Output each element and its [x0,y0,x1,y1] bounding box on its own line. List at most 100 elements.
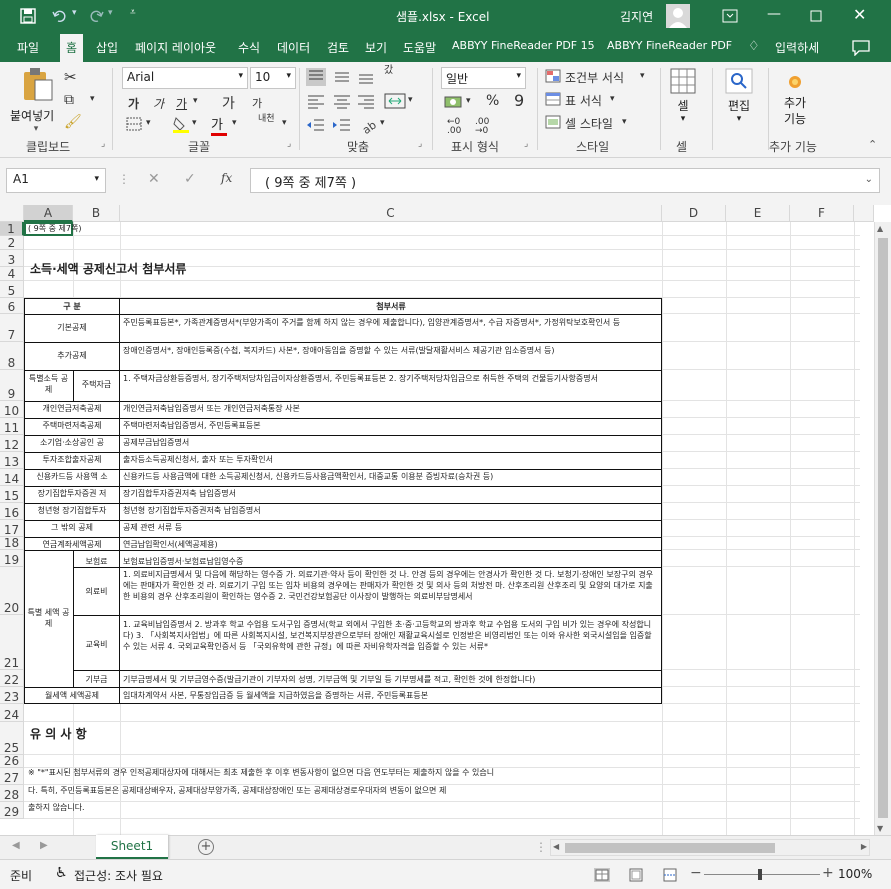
zoom-level[interactable]: 100% [838,867,872,881]
phonetic-button[interactable]: 내천 [258,114,275,124]
copy-icon[interactable]: ⧉ [64,92,74,108]
vertical-scroll-thumb[interactable] [878,238,888,818]
select-all-corner[interactable] [0,205,24,222]
scroll-left-icon[interactable]: ◀ [553,842,559,851]
align-left-icon[interactable] [306,92,326,110]
row-header-3[interactable]: 3 [0,250,24,267]
increase-indent-icon[interactable] [332,117,352,133]
row8-attachments[interactable]: 1. 주택자금상환등증명서, 장기주택저당차입금이자상환증명서, 주민등록표등본… [121,373,661,397]
row-header-4[interactable]: 4 [0,267,24,281]
row16-category[interactable]: 그 밖의 공제 [24,522,120,534]
notice-line-2[interactable]: 다. 특히, 주민등록표등본은 공제대상배우자, 공제대상부양가족, 공제대상장… [26,785,662,797]
row11-attachments[interactable]: 공제부금납입증명서 [121,437,661,449]
row14-category[interactable]: 장기집합투자증권 저 [24,488,120,500]
borders-icon[interactable] [126,117,142,131]
worksheet-grid[interactable]: A B C D E F 1 2 3 4 5 6 7 8 9 10 11 12 13 14 15 16 17 18 1… [0,205,891,835]
row15-attachments[interactable]: 청년형 장기집합투자증권저축 납입증명서 [121,505,661,517]
row-header-7[interactable]: 7 [0,314,24,342]
borders-dropdown-icon[interactable]: ▾ [146,118,151,128]
align-right-icon[interactable] [356,92,376,110]
zoom-out-icon[interactable]: − [690,865,702,881]
scroll-down-icon[interactable]: ▼ [877,824,883,833]
merge-center-icon[interactable] [384,92,406,110]
row10-category[interactable]: 주택마련저축공제 [24,420,120,432]
column-header-g[interactable] [854,205,874,222]
row-header-28[interactable]: 28 [0,785,24,802]
row15-category[interactable]: 청년형 장기집합투자 [24,505,120,517]
format-as-table-icon[interactable] [545,92,561,106]
accounting-dropdown-icon[interactable]: ▾ [466,96,471,106]
column-header-a[interactable]: A [24,205,73,222]
name-box[interactable]: A1 ▾ [6,168,106,193]
maximize-icon[interactable] [810,10,822,22]
format-as-table-button[interactable]: 표 서식 [565,92,602,109]
collapse-ribbon-icon[interactable]: ⌃ [868,138,877,151]
row-header-10[interactable]: 10 [0,401,24,418]
horizontal-scroll-thumb[interactable] [565,843,775,853]
font-launcher-icon[interactable]: ⌟ [287,139,291,149]
cell-styles-icon[interactable] [545,115,561,129]
row6-category[interactable]: 기본공제 [24,322,120,333]
avatar[interactable] [666,4,690,28]
cells-button[interactable]: 셀 ▾ [668,68,698,124]
tab-page-layout[interactable]: 페이지 레이아웃 [135,39,216,56]
row-header-21[interactable]: 21 [0,615,24,670]
column-header-b[interactable]: B [73,205,120,222]
row9-category[interactable]: 개인연금저축공제 [24,403,120,415]
tab-insert[interactable]: 삽입 [96,39,118,56]
accessibility-status[interactable]: 접근성: 조사 필요 [74,867,163,884]
row10-attachments[interactable]: 주택마련저축납입증명서, 주민등록표등본 [121,420,661,432]
redo-dropdown-icon[interactable]: ▾ [108,8,113,18]
bold-button[interactable]: 가 [128,95,139,112]
normal-view-icon[interactable] [594,868,610,882]
shrink-font-button[interactable]: 가 [252,95,262,111]
row12-category[interactable]: 투자조합출자공제 [24,454,120,466]
accounting-format-icon[interactable] [444,94,464,110]
row-header-27[interactable]: 27 [0,768,24,785]
tab-data[interactable]: 데이터 [277,39,310,56]
row-header-1[interactable]: 1 [0,222,24,236]
percent-style-button[interactable]: % [486,93,499,109]
cut-icon[interactable]: ✂ [64,68,77,86]
row-header-14[interactable]: 14 [0,469,24,486]
minimize-icon[interactable]: — [767,6,781,22]
row20-subcategory[interactable]: 교육비 [73,639,120,650]
add-sheet-button[interactable]: + [198,839,214,855]
notice-line-3[interactable]: 출하지 않습니다. [26,802,662,814]
merge-dropdown-icon[interactable]: ▾ [408,95,413,105]
expand-formula-icon[interactable]: ⌄ [865,174,873,185]
alignment-launcher-icon[interactable]: ⌟ [418,139,422,149]
row-header-13[interactable]: 13 [0,452,24,469]
comma-style-button[interactable]: 9 [514,91,524,110]
cancel-icon[interactable]: ✕ [148,171,160,187]
row8-subcategory[interactable]: 주택자금 [73,379,120,390]
row-header-26[interactable]: 26 [0,755,24,768]
row-header-9[interactable]: 9 [0,370,24,401]
editing-button[interactable]: 편집 ▾ [722,68,756,124]
user-name[interactable]: 김지연 [620,8,653,25]
undo-dropdown-icon[interactable]: ▾ [72,8,77,18]
row7-attachments[interactable]: 장애인증명서*, 장애인등록증(수첩, 복지카드) 사본*, 장애아동임을 증명… [121,345,661,369]
row17-attachments[interactable]: 연금납입확인서(세액공제용) [121,539,661,551]
row18-category[interactable]: 특별 세액 공제 [24,607,73,631]
scroll-right-icon[interactable]: ▶ [861,842,867,851]
row-header-19[interactable]: 19 [0,550,24,567]
notice-line-1[interactable]: ※ "*"표시된 첨부서류의 경우 인적공제대상자에 대해서는 최초 제출한 후… [26,767,662,779]
wrap-text-button[interactable]: 갔 [384,66,393,76]
row19-attachments[interactable]: 1. 의료비지급명세서 및 다음에 해당하는 영수증 가. 의료기관·약사 등이… [121,569,661,616]
insert-function-button[interactable]: fx [221,171,232,185]
column-header-d[interactable]: D [662,205,726,222]
row21-attachments[interactable]: 기부금명세서 및 기부금영수증(발급기관이 기부자의 성명, 기부금액 및 기부… [121,674,661,686]
column-header-e[interactable]: E [726,205,790,222]
grow-font-button[interactable]: 가 [222,93,235,113]
decrease-decimal-icon[interactable]: .00 →0 [475,118,489,136]
sheet-title[interactable]: 소득·세액 공제신고서 첨부서류 [28,262,428,276]
row-header-15[interactable]: 15 [0,486,24,503]
horizontal-scrollbar[interactable]: ◀ ▶ [550,839,870,856]
row18-subcategory[interactable]: 보험료 [73,556,120,567]
number-launcher-icon[interactable]: ⌟ [524,139,528,149]
row-header-11[interactable]: 11 [0,418,24,435]
italic-button[interactable]: 가 [153,95,164,112]
row18-attachments[interactable]: 보험료납입증명서·보험료납입영수증 [121,556,661,568]
notice-title[interactable]: 유 의 사 항 [28,727,228,741]
